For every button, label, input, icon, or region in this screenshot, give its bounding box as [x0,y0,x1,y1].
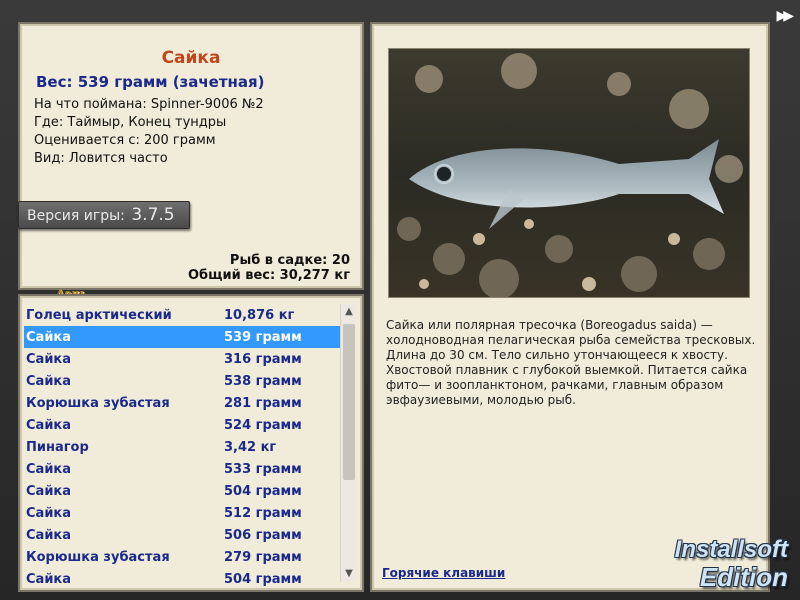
version-badge: Версия игры: 3.7.5 [18,201,190,229]
fish-details: На что поймана: Spinner-9006 №2 Где: Тай… [34,96,264,168]
watermark-logo: Installsoft Edition [642,522,796,596]
fish-weight-value: 281 грамм [224,395,302,411]
fish-weight-value: 504 грамм [224,483,302,499]
list-item[interactable]: Сайка 539 грамм [24,326,342,348]
scroll-thumb[interactable] [343,324,355,480]
fish-description-panel: Сайка или полярная тресочка (Boreogadus … [370,22,770,592]
list-item[interactable]: Корюшка зубастая 281 грамм [24,392,342,414]
fish-weight-value: 504 грамм [224,571,302,587]
fish-weight-value: 533 грамм [224,461,302,477]
catch-stats: Рыб в садке: 20 Общий вес: 30,277 кг [188,253,350,283]
catch-list-panel: Голец арктический 10,876 кг Сайка 539 грамм… [18,294,364,592]
list-item[interactable]: Сайка 512 грамм [24,502,342,524]
fish-name: Сайка [26,417,72,433]
caught-with: На что поймана: Spinner-9006 №2 [34,97,264,112]
hotkeys-link[interactable]: Горячие клавиши [382,566,505,580]
watermark-line1: Installsoft [674,536,788,563]
catch-location: Где: Таймыр, Конец тундры [34,115,227,130]
list-item[interactable]: Сайка 504 грамм [24,568,342,590]
scroll-up-icon[interactable]: ▲ [341,304,357,320]
fish-name: Сайка [26,461,72,477]
fish-name: Сайка [26,373,72,389]
fish-name: Сайка [26,571,72,587]
total-weight: Общий вес: 30,277 кг [187,268,350,283]
list-item[interactable]: Сайка 504 грамм [24,480,342,502]
fish-info-panel: Сайка Вес: 539 грамм (зачетная) На что п… [18,22,364,300]
fish-weight-value: 3,42 кг [224,439,277,455]
watermark-line2: Edition [699,562,788,592]
fish-weight-value: 539 грамм [224,329,302,345]
fish-name: Голец арктический [26,307,172,323]
scroll-down-icon[interactable]: ▼ [341,566,357,582]
fish-name: Сайка [26,483,72,499]
list-item[interactable]: Голец арктический 10,876 кг [24,304,342,326]
fish-name: Сайка [26,329,72,345]
valued-from: Оценивается с: 200 грамм [34,133,216,148]
fish-weight-value: 316 грамм [224,351,302,367]
fish-name: Сайка [26,527,72,543]
fish-name: Сайка [26,505,72,521]
catch-list: Голец арктический 10,876 кг Сайка 539 грамм… [24,304,342,590]
fish-weight-value: 524 грамм [224,417,302,433]
list-item[interactable]: Пинагор 3,42 кг [24,436,342,458]
fish-name: Корюшка зубастая [26,395,170,411]
list-scrollbar[interactable]: ▲ ▼ [340,304,356,582]
fish-title: Сайка [161,48,221,68]
list-item[interactable]: Сайка 506 грамм [24,524,342,546]
fish-weight-value: 538 грамм [224,373,302,389]
list-item[interactable]: Сайка 316 грамм [24,348,342,370]
version-number: 3.7.5 [131,205,175,225]
list-item[interactable]: Корюшка зубастая 279 грамм [24,546,342,568]
fish-name: Пинагор [26,439,89,455]
fish-description: Сайка или полярная тресочка (Boreogadus … [386,318,756,407]
fish-weight-value: 506 грамм [224,527,302,543]
fish-name: Корюшка зубастая [26,549,170,565]
fish-weight-value: 10,876 кг [224,307,295,323]
fish-name: Сайка [26,351,72,367]
fast-forward-icon[interactable]: ▶▶ [776,8,793,24]
list-item[interactable]: Сайка 533 грамм [24,458,342,480]
species-frequency: Вид: Ловится часто [34,151,168,166]
version-label: Версия игры: [27,208,125,224]
fish-photo [388,48,750,298]
fish-count: Рыб в садке: 20 [229,253,350,268]
fish-weight-value: 279 грамм [224,549,302,565]
fish-weight-value: 512 грамм [224,505,302,521]
fish-weight: Вес: 539 грамм (зачетная) [36,73,265,91]
list-item[interactable]: Сайка 538 грамм [24,370,342,392]
list-item[interactable]: Сайка 524 грамм [24,414,342,436]
